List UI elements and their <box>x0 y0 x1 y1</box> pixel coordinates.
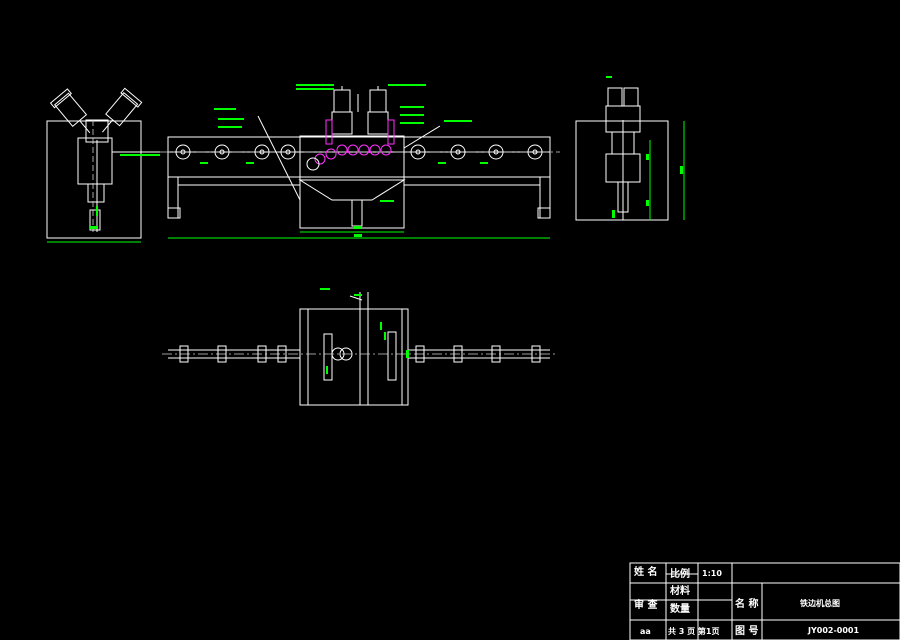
top-motors <box>331 86 389 135</box>
corner-mark: aa <box>640 627 651 636</box>
scale-label: 比例 <box>670 567 690 580</box>
title-label: 名 称 <box>735 597 758 610</box>
sheet-info: 共 3 页 第1页 <box>668 626 720 636</box>
drawing-number: JY002-0001 <box>807 626 859 635</box>
right-side-view <box>575 76 685 221</box>
drawing-number-label: 图 号 <box>735 625 758 637</box>
plan-view <box>162 288 556 406</box>
drawing-title: 铁边机总图 <box>800 598 840 608</box>
left-side-view <box>46 87 160 243</box>
front-view <box>160 84 560 239</box>
cad-drawing-canvas: 姓 名 比例 1:10 材料 审 查 数量 名 称 铁边机总图 aa 共 3 页… <box>0 0 900 640</box>
material-label: 材料 <box>670 584 690 597</box>
quantity-label: 数量 <box>670 602 690 615</box>
scale-value: 1:10 <box>702 569 722 578</box>
feed-rollers <box>306 119 395 171</box>
title-block: 姓 名 比例 1:10 材料 审 查 数量 名 称 铁边机总图 aa 共 3 页… <box>629 562 900 640</box>
review-label: 审 查 <box>634 598 658 611</box>
name-label: 姓 名 <box>633 565 657 578</box>
drawing-svg: 姓 名 比例 1:10 材料 审 查 数量 名 称 铁边机总图 aa 共 3 页… <box>46 76 900 640</box>
